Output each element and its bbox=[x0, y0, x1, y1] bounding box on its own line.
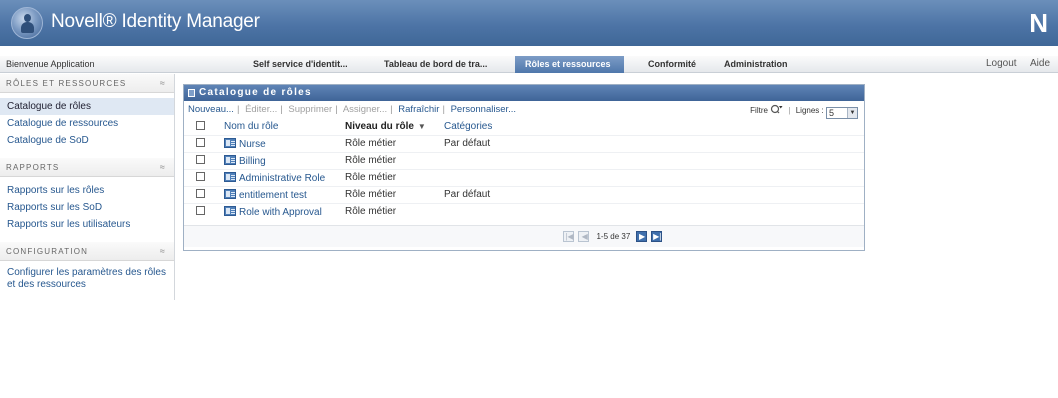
section-header-roles-resources[interactable]: RÔLES ET RESSOURCES ≈ bbox=[0, 74, 174, 93]
filter-icon[interactable] bbox=[770, 104, 783, 115]
role-icon bbox=[224, 154, 236, 165]
tab-administration[interactable]: Administration bbox=[718, 56, 794, 73]
refresh-button[interactable]: Rafraîchir bbox=[398, 104, 439, 115]
table-header-row: Nom du rôle Niveau du rôle ▼ Catégories bbox=[184, 118, 864, 135]
sidebar-item-role-catalog[interactable]: Catalogue de rôles bbox=[0, 98, 174, 115]
app-title: Novell® Identity Manager bbox=[51, 11, 260, 32]
section-header-reports[interactable]: RAPPORTS ≈ bbox=[0, 158, 174, 177]
role-name-link[interactable]: Administrative Role bbox=[239, 173, 325, 184]
role-name-link[interactable]: Role with Approval bbox=[239, 207, 322, 218]
collapse-icon[interactable]: ≈ bbox=[160, 74, 166, 93]
assign-button[interactable]: Assigner... bbox=[343, 104, 387, 115]
role-name-link[interactable]: Nurse bbox=[239, 139, 266, 150]
previous-page-icon[interactable]: ◀ bbox=[578, 231, 590, 242]
select-all-checkbox[interactable] bbox=[196, 120, 205, 130]
role-icon bbox=[224, 137, 236, 148]
first-page-icon[interactable]: |◀ bbox=[563, 231, 574, 242]
panel-title-bar: Catalogue de rôles bbox=[184, 85, 864, 101]
category-cell bbox=[444, 169, 864, 186]
sidebar-item-role-reports[interactable]: Rapports sur les rôles bbox=[0, 182, 174, 199]
row-checkbox[interactable] bbox=[196, 138, 205, 147]
tab-compliance[interactable]: Conformité bbox=[642, 56, 702, 73]
tab-roles-resources[interactable]: Rôles et ressources bbox=[515, 56, 624, 73]
rows-per-page-select[interactable]: 5 ▼ bbox=[826, 107, 858, 119]
page-range-text: 1-5 de 37 bbox=[596, 232, 631, 241]
novell-logo-icon bbox=[11, 7, 43, 39]
role-level-cell: Rôle métier bbox=[345, 138, 397, 149]
table-row: Billing Rôle métier bbox=[184, 152, 864, 169]
category-cell bbox=[444, 203, 864, 220]
collapse-icon[interactable]: ≈ bbox=[160, 242, 166, 261]
tab-self-service[interactable]: Self service d'identit... bbox=[247, 56, 354, 73]
edit-button[interactable]: Éditer... bbox=[245, 104, 277, 115]
column-header-role-name[interactable]: Nom du rôle bbox=[224, 118, 345, 135]
role-level-cell: Rôle métier bbox=[345, 172, 397, 183]
role-catalog-panel: Catalogue de rôles Nouveau... | Éditer...… bbox=[183, 84, 865, 251]
table-row: Nurse Rôle métier Par défaut bbox=[184, 135, 864, 152]
role-icon bbox=[224, 171, 236, 182]
novell-brand-logo: N bbox=[1029, 8, 1048, 38]
pagination-bar: |◀ ◀ 1-5 de 37 ▶ ▶| bbox=[184, 225, 864, 247]
role-level-cell: Rôle métier bbox=[345, 189, 397, 200]
column-header-categories[interactable]: Catégories bbox=[444, 118, 864, 135]
panel-menu-icon[interactable] bbox=[188, 89, 195, 97]
top-nav-bar: Bienvenue Application Self service d'ide… bbox=[0, 56, 1058, 73]
customize-button[interactable]: Personnaliser... bbox=[451, 104, 516, 115]
filter-controls: Filtre | Lignes : 5 ▼ bbox=[750, 102, 858, 119]
role-icon bbox=[224, 205, 236, 216]
table-row: entitlement test Rôle métier Par défaut bbox=[184, 186, 864, 203]
sidebar-item-configure-settings[interactable]: Configurer les paramètres des rôles et d… bbox=[0, 267, 174, 291]
section-header-configuration[interactable]: CONFIGURATION ≈ bbox=[0, 242, 174, 261]
column-header-role-level[interactable]: Niveau du rôle ▼ bbox=[345, 118, 444, 135]
sidebar: RÔLES ET RESSOURCES ≈ Catalogue de rôles… bbox=[0, 74, 175, 300]
sidebar-item-user-reports[interactable]: Rapports sur les utilisateurs bbox=[0, 216, 174, 233]
role-level-cell: Rôle métier bbox=[345, 206, 397, 218]
welcome-text: Bienvenue Application bbox=[6, 59, 95, 69]
collapse-icon[interactable]: ≈ bbox=[160, 158, 166, 177]
category-cell: Par défaut bbox=[444, 189, 491, 200]
sidebar-item-sod-reports[interactable]: Rapports sur les SoD bbox=[0, 199, 174, 216]
panel-title: Catalogue de rôles bbox=[199, 87, 312, 98]
table-row: Administrative Role Rôle métier bbox=[184, 169, 864, 186]
row-checkbox[interactable] bbox=[196, 155, 205, 164]
rows-label: Lignes : bbox=[795, 106, 824, 115]
delete-button[interactable]: Supprimer bbox=[288, 104, 332, 115]
last-page-icon[interactable]: ▶| bbox=[650, 231, 662, 242]
row-checkbox[interactable] bbox=[196, 172, 205, 181]
roles-table: Nom du rôle Niveau du rôle ▼ Catégories N… bbox=[184, 118, 864, 220]
category-cell bbox=[444, 152, 864, 169]
panel-toolbar: Nouveau... | Éditer... | Supprimer | Assign… bbox=[184, 101, 864, 119]
sidebar-item-sod-catalog[interactable]: Catalogue de SoD bbox=[0, 132, 174, 149]
category-cell: Par défaut bbox=[444, 138, 491, 149]
app-header: Novell® Identity Manager N bbox=[0, 0, 1058, 46]
tab-dashboard[interactable]: Tableau de bord de tra... bbox=[378, 56, 493, 73]
role-name-link[interactable]: Billing bbox=[239, 156, 266, 167]
row-checkbox[interactable] bbox=[196, 189, 205, 198]
row-checkbox[interactable] bbox=[196, 206, 205, 216]
new-button[interactable]: Nouveau... bbox=[188, 104, 234, 115]
help-link[interactable]: Aide bbox=[1030, 58, 1050, 69]
filter-label: Filtre bbox=[750, 106, 768, 115]
logout-link[interactable]: Logout bbox=[986, 58, 1017, 69]
role-level-cell: Rôle métier bbox=[345, 155, 397, 166]
chevron-down-icon: ▼ bbox=[847, 108, 857, 118]
next-page-icon[interactable]: ▶ bbox=[635, 231, 647, 242]
table-row: Role with Approval Rôle métier bbox=[184, 203, 864, 220]
role-name-link[interactable]: entitlement test bbox=[239, 190, 307, 201]
sidebar-item-resource-catalog[interactable]: Catalogue de ressources bbox=[0, 115, 174, 132]
role-icon bbox=[224, 188, 236, 199]
sort-desc-icon: ▼ bbox=[417, 121, 426, 131]
